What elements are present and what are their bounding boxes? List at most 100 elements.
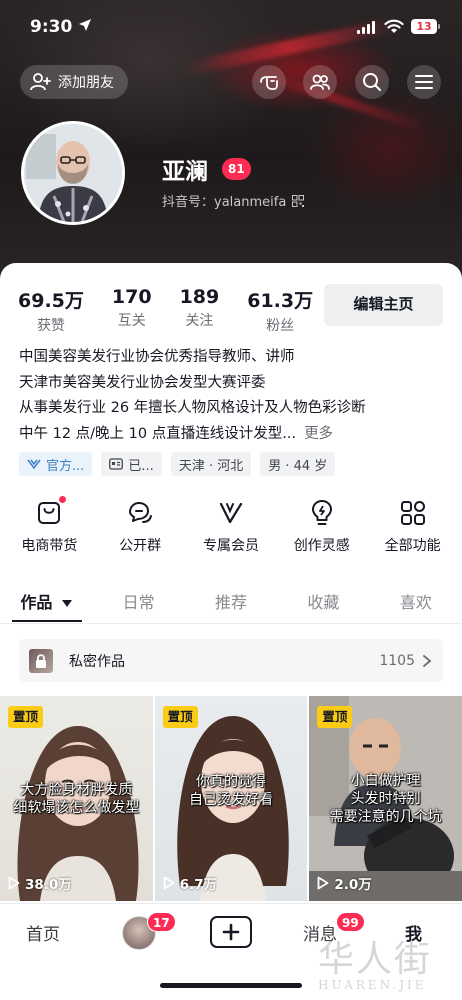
nav-home[interactable]: 首页 [26,920,60,945]
caret-down-icon [62,600,72,607]
status-time: 9:30 [30,17,73,37]
profile-name: 亚澜 [162,159,208,185]
bio-line: 从事美发行业 26 年擅长人物风格设计及人物色彩诊断 [19,400,366,416]
watermark: 华人街 HUAREN.JIE [318,930,432,992]
shake-hand-button[interactable] [252,65,286,99]
video-card[interactable]: 置顶 小白做护理 头发时特别 需要注意的几个坑 2.0万 [309,696,462,901]
video-card[interactable]: 置顶 你真的觉得 自己烫发好看 6.7万 [154,696,308,901]
feature-label: 专属会员 [202,538,259,554]
feature-vip[interactable]: 专属会员 [188,498,274,555]
avatar-portrait [24,124,122,222]
tag-label: 男 · 44 岁 [268,458,328,474]
plus-icon [222,923,240,941]
search-button[interactable] [355,65,389,99]
friends-icon [310,74,330,90]
profile-card: 69.5万 获赞 170 互关 189 关注 61.3万 粉丝 编辑主页 中国美… [0,263,462,1000]
add-friend-button[interactable]: 添加朋友 [20,65,128,99]
play-icon [317,876,329,890]
lightbulb-icon [307,498,337,528]
tab-likes[interactable]: 喜欢 [370,583,462,625]
notification-dot [59,496,67,503]
feature-inspiration[interactable]: 创作灵感 [279,498,365,555]
view-count: 2.0万 [334,877,372,893]
feature-all[interactable]: 全部功能 [370,498,456,555]
menu-icon [415,75,433,89]
tag-official[interactable]: 官方... [19,452,93,476]
feature-label: 电商带货 [21,538,78,554]
stats-row: 69.5万 获赞 170 互关 189 关注 61.3万 粉丝 [18,286,341,335]
private-works-title: 私密作品 [69,653,125,670]
menu-button[interactable] [407,65,441,99]
battery-indicator: 13 [411,19,440,34]
feature-public-group[interactable]: 公开群 [97,498,183,555]
group-chat-icon [125,498,155,528]
bio[interactable]: 中国美容美发行业协会优秀指导教师、讲师 天津市美容美发行业协会发型大赛评委 从事… [19,345,449,447]
create-button[interactable] [210,916,252,948]
stat-label: 粉丝 [266,318,295,334]
video-caption-line: 大方脸身材胖发质 [20,782,133,798]
video-views: 6.7万 [163,873,217,893]
bio-line-last: 中午 12 点/晚上 10 点直播连线设计发型... 更多 [19,422,449,448]
search-icon [363,73,381,91]
chevron-right-icon [423,654,432,667]
stat-mutual[interactable]: 170 互关 [112,286,152,335]
tag-gender-age: 男 · 44 岁 [260,452,336,476]
messages-badge: 99 [336,912,365,932]
feature-ecommerce[interactable]: 电商带货 [6,496,92,555]
douyin-id[interactable]: 抖音号：yalanmeifa [162,191,305,210]
watermark-chars: 华人街 [318,939,433,980]
play-icon [163,876,175,890]
tab-daily[interactable]: 日常 [92,583,184,625]
video-card[interactable]: 置顶 大方脸身材胖发质 细软塌该怎么做发型 38.0万 [0,696,153,901]
id-card-icon [109,458,124,470]
location-arrow-icon [79,19,91,31]
content-tabs: 作品 日常 推荐 收藏 喜欢 [0,583,462,625]
add-friend-label: 添加朋友 [58,75,114,91]
bio-line: 中午 12 点/晚上 10 点直播连线设计发型... [19,425,297,442]
douyin-id-text: 抖音号：yalanmeifa [162,195,287,210]
video-caption-line: 小白做护理 [350,773,421,789]
private-works-row[interactable]: 私密作品 1105 [19,639,443,682]
tab-recommended[interactable]: 推荐 [185,583,277,625]
stat-label: 获赞 [36,318,65,334]
bio-more-link[interactable]: 更多 [304,426,333,442]
stat-followers[interactable]: 61.3万 粉丝 [247,286,313,335]
watermark-sub: HUAREN.JIE [318,978,427,992]
active-tab-indicator [12,620,82,622]
tag-verified[interactable]: 已... [101,452,162,476]
pinned-badge: 置顶 [162,706,198,728]
feature-label: 创作灵感 [293,538,350,554]
private-thumbnail [29,648,53,673]
friends-button[interactable] [303,65,337,99]
stat-value: 170 [111,286,152,308]
tab-works[interactable]: 作品 [0,583,92,625]
tag-location: 天津 · 河北 [170,452,252,476]
vip-icon [216,498,246,528]
stat-following[interactable]: 189 关注 [180,286,220,335]
feature-label: 公开群 [119,538,162,554]
video-caption: 你真的觉得 自己烫发好看 [155,773,308,809]
friends-badge: 17 [147,912,176,932]
level-badge[interactable]: 81 [222,158,251,180]
video-caption-line: 需要注意的几个坑 [329,809,442,825]
official-mark-icon [27,459,41,470]
video-views: 2.0万 [317,873,372,893]
feature-row: 电商带货 公开群 专属会员 创作灵感 全部功能 [0,496,462,555]
tab-label: 作品 [20,593,53,612]
video-caption-line: 头发时特别 [350,791,421,807]
video-caption-line: 细软塌该怎么做发型 [13,800,140,816]
video-caption: 大方脸身材胖发质 细软塌该怎么做发型 [0,781,153,817]
status-bar: 9:30 13 [0,0,462,56]
view-count: 38.0万 [25,877,72,893]
private-works-count: 1105 [379,652,415,669]
edit-profile-button[interactable]: 编辑主页 [324,284,443,326]
stat-likes[interactable]: 69.5万 获赞 [18,286,84,335]
stat-label: 互关 [117,313,146,329]
pinned-badge: 置顶 [8,706,44,728]
stat-value: 61.3万 [247,290,314,312]
avatar[interactable] [21,121,125,225]
tag-label: 已... [128,458,154,474]
add-person-icon [30,73,51,91]
tab-favorites[interactable]: 收藏 [277,583,369,625]
feature-label: 全部功能 [384,538,441,554]
